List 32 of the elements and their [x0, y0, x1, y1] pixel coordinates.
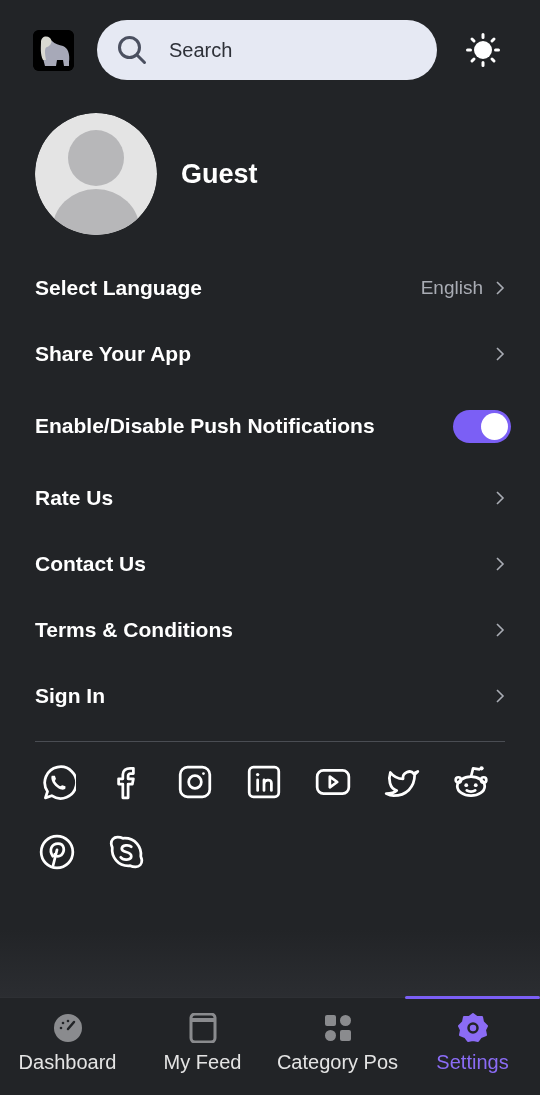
settings-item[interactable]: Terms & Conditions [35, 597, 505, 663]
search-field[interactable]: Search [97, 20, 437, 80]
sun-icon[interactable] [466, 33, 500, 67]
nav-tab[interactable]: Settings [405, 998, 540, 1095]
window-icon [187, 1013, 218, 1043]
settings-label: Enable/Disable Push Notifications [35, 414, 375, 438]
language-value: English [420, 277, 483, 299]
in-square-icon[interactable] [245, 763, 283, 801]
chevron-icon [495, 556, 505, 572]
avatar-icon [35, 113, 157, 235]
elephant-logo-icon [33, 29, 74, 71]
chevron-icon [495, 280, 505, 296]
settings-item[interactable]: Sign In [35, 663, 505, 729]
settings-item[interactable]: Share Your App [35, 321, 505, 387]
gauge-icon [52, 1013, 83, 1043]
nav-tab[interactable]: Category Pos [270, 998, 405, 1095]
chevron-icon [495, 622, 505, 638]
settings-item[interactable]: Select Language English [35, 255, 505, 321]
gear-icon [457, 1013, 488, 1043]
nav-tab[interactable]: Dashboard [0, 998, 135, 1095]
p-circle-icon[interactable] [38, 833, 76, 871]
settings-item[interactable]: Rate Us [35, 465, 505, 531]
settings-item[interactable]: Contact Us [35, 531, 505, 597]
toggle-switch[interactable] [453, 409, 511, 443]
nav-tab[interactable]: My Feed [135, 998, 270, 1095]
chevron-icon [495, 346, 505, 362]
profile-name: Guest [181, 158, 258, 190]
search-icon [117, 35, 147, 65]
chevron-icon [495, 490, 505, 506]
camera-icon[interactable] [176, 763, 214, 801]
grid-icon [322, 1013, 353, 1043]
chevron-icon [495, 688, 505, 704]
